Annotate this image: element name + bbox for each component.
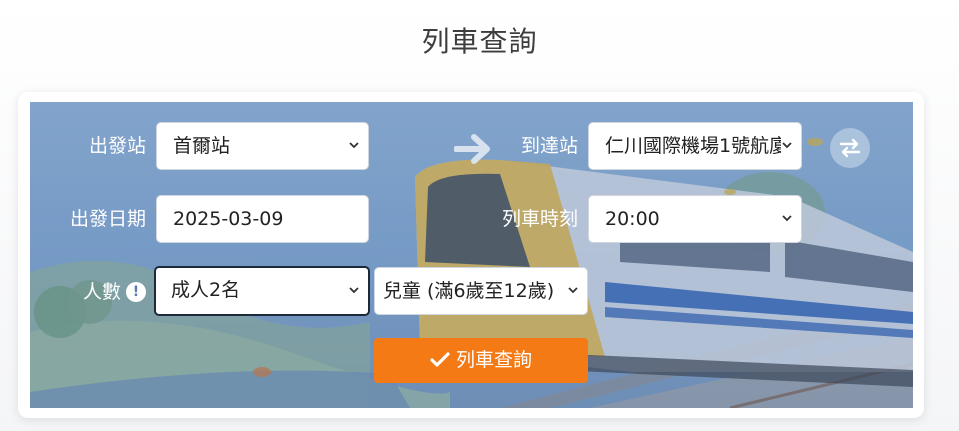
arrival-station-value: 仁川國際機場1號航廈 — [605, 135, 789, 157]
train-banner: 出發站 首爾站 到達站 仁川國際機場1號航廈 出發日期 2025-03-09 列… — [30, 102, 913, 408]
departure-date-value: 2025-03-09 — [173, 208, 284, 230]
people-label: 人數 — [82, 281, 121, 303]
arrival-label: 到達站 — [520, 135, 578, 157]
chevron-down-icon — [567, 268, 579, 314]
search-button-label: 列車查詢 — [455, 349, 532, 371]
page-title: 列車查詢 — [421, 25, 538, 58]
chevron-down-icon — [348, 123, 360, 169]
check-icon — [430, 352, 450, 367]
child-count-value: 兒童 (滿6歲至12歲) — [383, 280, 555, 302]
swap-stations-button[interactable] — [830, 128, 870, 168]
swap-icon — [839, 138, 861, 158]
arrow-right-icon — [454, 134, 490, 164]
time-label: 列車時刻 — [501, 208, 578, 230]
chevron-down-icon — [781, 196, 793, 242]
departure-date-input[interactable]: 2025-03-09 — [156, 195, 369, 243]
departure-station-select[interactable]: 首爾站 — [156, 122, 369, 170]
info-icon[interactable]: ! — [126, 282, 146, 302]
train-time-select[interactable]: 20:00 — [588, 195, 802, 243]
chevron-down-icon — [348, 268, 360, 314]
search-trains-button[interactable]: 列車查詢 — [374, 338, 588, 383]
people-label-group: 人數! — [50, 268, 146, 316]
arrival-station-select[interactable]: 仁川國際機場1號航廈 — [588, 122, 802, 170]
train-time-value: 20:00 — [605, 208, 660, 230]
search-card: 出發站 首爾站 到達站 仁川國際機場1號航廈 出發日期 2025-03-09 列… — [18, 92, 924, 418]
departure-station-value: 首爾站 — [173, 135, 231, 157]
adult-count-select[interactable]: 成人2名 — [154, 266, 370, 316]
date-label: 出發日期 — [69, 208, 146, 230]
adult-count-value: 成人2名 — [171, 279, 241, 301]
departure-label: 出發站 — [88, 135, 146, 157]
child-count-select[interactable]: 兒童 (滿6歲至12歲) — [374, 267, 588, 315]
chevron-down-icon — [781, 123, 793, 169]
